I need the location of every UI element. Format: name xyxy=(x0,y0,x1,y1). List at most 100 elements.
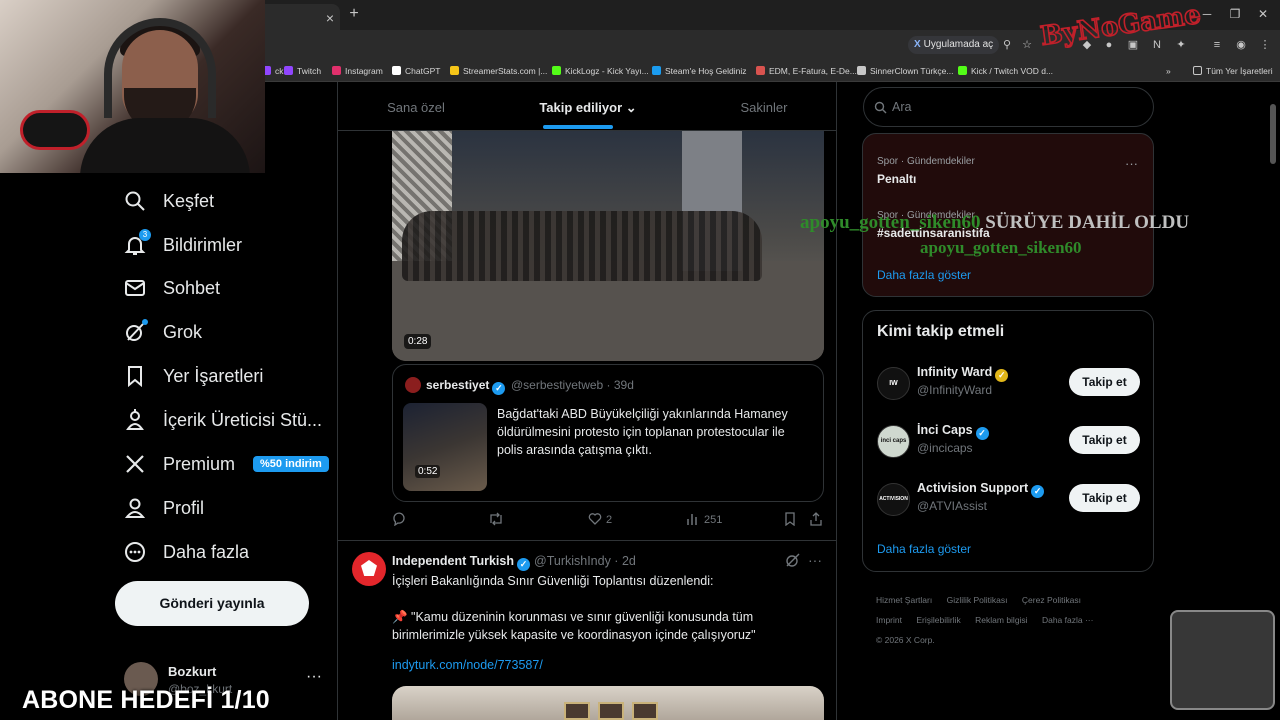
suggested-user-label: Infinity Ward xyxy=(917,365,993,379)
maximize-icon[interactable]: ❐ xyxy=(1226,6,1244,22)
bookmark-item[interactable]: Twitch xyxy=(284,64,321,78)
zoom-icon[interactable]: ⚲ xyxy=(1000,38,1014,52)
tab-following[interactable]: Takip ediliyor ⌄ xyxy=(528,82,648,131)
follow-suggestion[interactable]: ACTIVISION Activision Support ✓ @ATVIAssi… xyxy=(863,481,1155,525)
footer-link[interactable]: Gizlilik Politikası xyxy=(947,595,1008,605)
alert-username: apoyu_gotten_siken60 xyxy=(800,212,981,233)
follow-button[interactable]: Takip et xyxy=(1069,426,1140,454)
like-button[interactable]: 2 xyxy=(588,512,612,526)
nav-item-grok[interactable]: Grok xyxy=(124,315,202,349)
bookmark-item[interactable]: ChatGPT xyxy=(392,64,440,78)
bookmark-favicon-icon xyxy=(284,66,293,75)
quoted-post[interactable]: serbestiyet ✓ @serbestiyetweb · 39d 0:52 … xyxy=(392,364,824,502)
bookmark-label: Steam'e Hoş Geldiniz xyxy=(665,66,747,76)
microphone-icon xyxy=(20,110,90,150)
webcam-overlay xyxy=(0,0,265,173)
avatar[interactable] xyxy=(352,552,386,586)
post-text: İçişleri Bakanlığında Sınır Güvenliği To… xyxy=(392,574,756,642)
bookmark-favicon-icon xyxy=(857,66,866,75)
scrollbar[interactable] xyxy=(1270,104,1276,164)
close-tab-icon[interactable]: × xyxy=(323,11,337,25)
post-video[interactable] xyxy=(392,131,824,361)
more-icon[interactable]: ··· xyxy=(1125,156,1138,171)
more-icon[interactable]: ··· xyxy=(306,668,322,686)
mail-icon xyxy=(124,277,146,299)
nav-item-explore[interactable]: Keşfet xyxy=(124,184,214,218)
open-in-app-label: Uygulamada aç xyxy=(923,39,994,50)
bookmark-item[interactable]: EDM, E-Fatura, E-De... xyxy=(756,64,857,78)
reply-button[interactable] xyxy=(392,512,410,527)
bookmark-item[interactable]: KickLogz - Kick Yayı... xyxy=(552,64,649,78)
menu-icon[interactable]: ⋮ xyxy=(1258,38,1272,52)
nav-item-creator-studio[interactable]: İçerik Üreticisi Stü... xyxy=(124,403,322,437)
overlay-widget xyxy=(1170,610,1275,710)
video-duration: 0:28 xyxy=(404,334,432,349)
bookmark-label: SinnerClown Türkçe... xyxy=(870,66,954,76)
post-link[interactable]: indyturk.com/node/773587/ xyxy=(392,658,543,672)
nav-label: Bildirimler xyxy=(163,234,243,255)
bookmark-item[interactable]: Steam'e Hoş Geldiniz xyxy=(652,64,746,78)
profile-icon[interactable]: ◉ xyxy=(1234,38,1248,52)
bookmark-item[interactable]: StreamerStats.com |... xyxy=(450,64,547,78)
suggested-user-name: İnci Caps ✓ xyxy=(917,423,989,440)
footer-link[interactable]: Erişilebilirlik xyxy=(916,615,960,625)
quote-video-thumbnail[interactable] xyxy=(403,403,487,491)
bookmark-favicon-icon xyxy=(450,66,459,75)
bookmark-item[interactable]: Kick / Twitch VOD d... xyxy=(958,64,1053,78)
share-button[interactable] xyxy=(810,512,826,526)
close-window-icon[interactable]: ✕ xyxy=(1254,6,1272,22)
more-icon[interactable]: ··· xyxy=(808,552,822,568)
bookmark-item[interactable]: ck xyxy=(262,64,284,78)
post-author-name[interactable]: Independent Turkish ✓ xyxy=(392,554,530,571)
bookmark-favicon-icon xyxy=(392,66,401,75)
follow-suggestion[interactable]: IW Infinity Ward ✓ @InfinityWard Takip et xyxy=(863,365,1155,409)
subscriber-goal: ABONE HEDEFİ 1/10 xyxy=(22,686,270,714)
view-count: 251 xyxy=(704,514,723,526)
search-input[interactable]: Ara xyxy=(863,87,1154,127)
show-more-link[interactable]: Daha fazla göster xyxy=(877,542,971,556)
post-button[interactable]: Gönderi yayınla xyxy=(115,581,309,626)
nav-item-profile[interactable]: Profil xyxy=(124,491,204,525)
follow-button[interactable]: Takip et xyxy=(1069,368,1140,396)
footer-link[interactable]: Çerez Politikası xyxy=(1022,595,1081,605)
footer-link[interactable]: Hizmet Şartları xyxy=(876,595,932,605)
quote-author-handle: @serbestiyetweb · 39d xyxy=(511,378,634,392)
bookmark-item[interactable]: Instagram xyxy=(332,64,383,78)
quote-text: Bağdat'taki ABD Büyükelçiliği yakınların… xyxy=(497,407,788,457)
trend-title[interactable]: Penaltı xyxy=(877,172,916,186)
footer-link[interactable]: Imprint xyxy=(876,615,902,625)
quote-author-label: serbestiyet xyxy=(426,378,490,392)
nav-item-more[interactable]: Daha fazla xyxy=(124,535,249,569)
footer-link[interactable]: Reklam bilgisi xyxy=(975,615,1027,625)
nav-item-premium[interactable]: Premium %50 indirim xyxy=(124,447,329,481)
bookmark-item[interactable]: SinnerClown Türkçe... xyxy=(857,64,953,78)
new-tab-icon[interactable]: + xyxy=(346,6,362,22)
follow-suggestion[interactable]: inci caps İnci Caps ✓ @incicaps Takip et xyxy=(863,423,1155,467)
stream-alert: apoyu_gotten_siken60 SÜRÜYE DAHİL OLDU xyxy=(800,212,1189,234)
stream-logo-text: ByNoGame xyxy=(1039,0,1203,52)
suggested-user-handle: @InfinityWard xyxy=(917,383,993,397)
tab-for-you[interactable]: Sana özel xyxy=(358,82,474,131)
follow-button[interactable]: Takip et xyxy=(1069,484,1140,512)
nav-label: Profil xyxy=(163,497,205,518)
image-frame xyxy=(564,702,590,720)
bookmark-button[interactable] xyxy=(784,512,800,527)
repost-icon xyxy=(490,512,502,526)
video-crowd xyxy=(402,211,762,281)
nav-label: Sohbet xyxy=(163,277,221,298)
grok-icon[interactable] xyxy=(785,552,801,568)
nav-item-bookmarks[interactable]: Yer İşaretleri xyxy=(124,359,263,393)
tab-search-icon[interactable]: ≡ xyxy=(1210,38,1224,52)
nav-item-notifications[interactable]: 3 Bildirimler xyxy=(124,228,242,262)
bookmark-label: Kick / Twitch VOD d... xyxy=(971,66,1054,76)
repost-button[interactable] xyxy=(488,512,508,526)
views-button[interactable]: 251 xyxy=(686,512,722,526)
show-more-link[interactable]: Daha fazla göster xyxy=(877,268,971,282)
chevron-right-icon[interactable]: » xyxy=(1166,64,1171,78)
footer-link[interactable]: Daha fazla ··· xyxy=(1042,615,1094,625)
verified-badge-icon: ✓ xyxy=(1031,485,1045,498)
open-in-app-button[interactable]: X Uygulamada aç xyxy=(908,36,1000,54)
tab-residents[interactable]: Sakinler xyxy=(708,82,820,131)
nav-item-chat[interactable]: Sohbet xyxy=(124,271,220,305)
all-bookmarks-folder[interactable]: Tüm Yer İşaretleri xyxy=(1193,64,1273,78)
